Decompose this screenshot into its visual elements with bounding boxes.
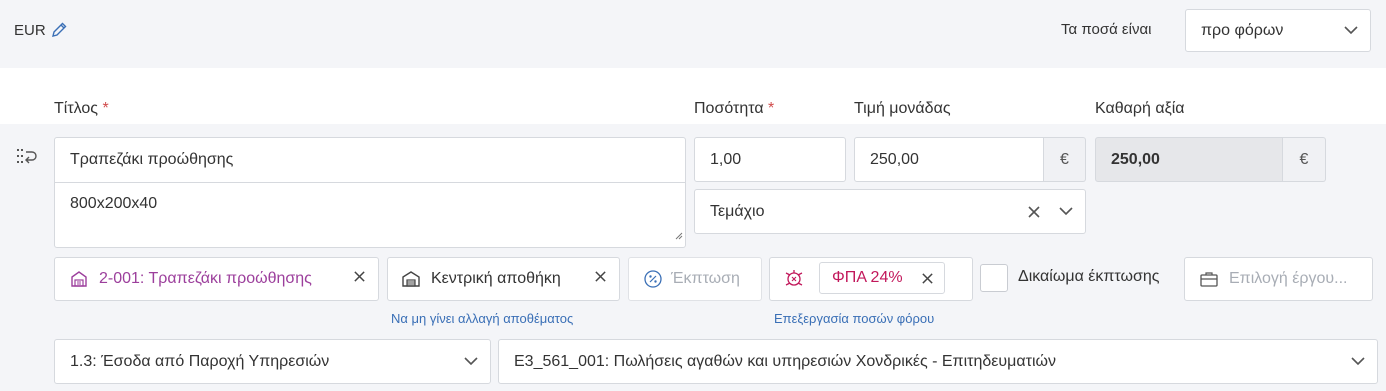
vat-chip[interactable]: ΦΠΑ 24% xyxy=(819,262,945,294)
unit-select[interactable]: Τεμάχιο xyxy=(694,189,1086,234)
amounts-select[interactable]: προ φόρων xyxy=(1185,9,1371,52)
net-value-label: Καθαρή αξία xyxy=(1095,100,1185,117)
description-input[interactable]: 800x200x40 xyxy=(70,195,157,213)
quantity-label: Ποσότητα * xyxy=(694,100,775,117)
pencil-icon[interactable] xyxy=(50,21,68,39)
amounts-select-value: προ φόρων xyxy=(1201,21,1284,39)
currency-selector[interactable]: EUR xyxy=(14,21,68,39)
unit-price-label: Τιμή μονάδας xyxy=(854,100,951,117)
chevron-down-icon xyxy=(1344,22,1358,40)
product-chip[interactable]: 2-001: Τραπεζάκι προώθησης xyxy=(54,257,379,301)
product-chip-label: 2-001: Τραπεζάκι προώθησης xyxy=(99,270,312,287)
close-icon[interactable] xyxy=(353,270,366,288)
percent-icon xyxy=(643,269,663,289)
title-description-field[interactable]: Τραπεζάκι προώθησης 800x200x40 xyxy=(54,137,686,248)
tax-icon xyxy=(783,268,805,293)
faded-text xyxy=(468,20,472,36)
chevron-down-icon xyxy=(1059,203,1073,221)
product-icon xyxy=(69,269,89,289)
edit-tax-amounts-link[interactable]: Επεξεργασία ποσών φόρου xyxy=(774,311,934,326)
warehouse-chip-label: Κεντρική αποθήκη xyxy=(431,270,561,287)
clear-icon[interactable] xyxy=(1027,205,1041,224)
discount-right-checkbox[interactable] xyxy=(980,264,1008,292)
net-value-field: 250,00 xyxy=(1095,137,1283,182)
net-value-currency: € xyxy=(1283,137,1326,182)
project-select[interactable]: Επιλογή έργου... xyxy=(1184,257,1373,301)
currency-label: EUR xyxy=(14,21,46,39)
top-bar: EUR Τα ποσά είναι προ φόρων xyxy=(0,0,1386,68)
quantity-input[interactable]: 1,00 xyxy=(694,137,846,182)
discount-right-label: Δικαίωμα έκπτωσης xyxy=(1018,268,1160,285)
classification-type-value: E3_561_001: Πωλήσεις αγαθών και υπηρεσιώ… xyxy=(514,352,1056,370)
classification-category-select[interactable]: 1.3: Έσοδα από Παροχή Υπηρεσιών xyxy=(54,339,491,384)
title-input[interactable]: Τραπεζάκι προώθησης xyxy=(70,151,233,169)
reorder-icon[interactable] xyxy=(16,147,38,172)
project-placeholder: Επιλογή έργου... xyxy=(1229,270,1348,287)
resize-handle-icon[interactable] xyxy=(675,227,683,245)
close-icon[interactable] xyxy=(921,272,934,290)
no-stock-change-link[interactable]: Να μη γίνει αλλαγή αποθέματος xyxy=(391,311,573,326)
discount-label: Έκπτωση xyxy=(671,270,740,287)
vat-chip-label: ΦΠΑ 24% xyxy=(832,269,903,286)
warehouse-chip[interactable]: Κεντρική αποθήκη xyxy=(387,257,620,301)
chevron-down-icon xyxy=(464,353,478,371)
unit-select-value: Τεμάχιο xyxy=(710,202,765,220)
title-label: Τίτλος * xyxy=(54,100,109,117)
divider xyxy=(55,182,685,183)
unit-price-currency: € xyxy=(1044,137,1086,182)
warehouse-icon xyxy=(401,269,421,289)
amounts-label: Τα ποσά είναι xyxy=(1061,21,1152,38)
chevron-down-icon xyxy=(1351,353,1365,371)
classification-type-select[interactable]: E3_561_001: Πωλήσεις αγαθών και υπηρεσιώ… xyxy=(498,339,1378,384)
classification-category-value: 1.3: Έσοδα από Παροχή Υπηρεσιών xyxy=(70,352,330,370)
unit-price-input[interactable]: 250,00 xyxy=(854,137,1044,182)
close-icon[interactable] xyxy=(594,270,607,288)
discount-button[interactable]: Έκπτωση xyxy=(628,257,762,301)
briefcase-icon xyxy=(1199,270,1219,288)
